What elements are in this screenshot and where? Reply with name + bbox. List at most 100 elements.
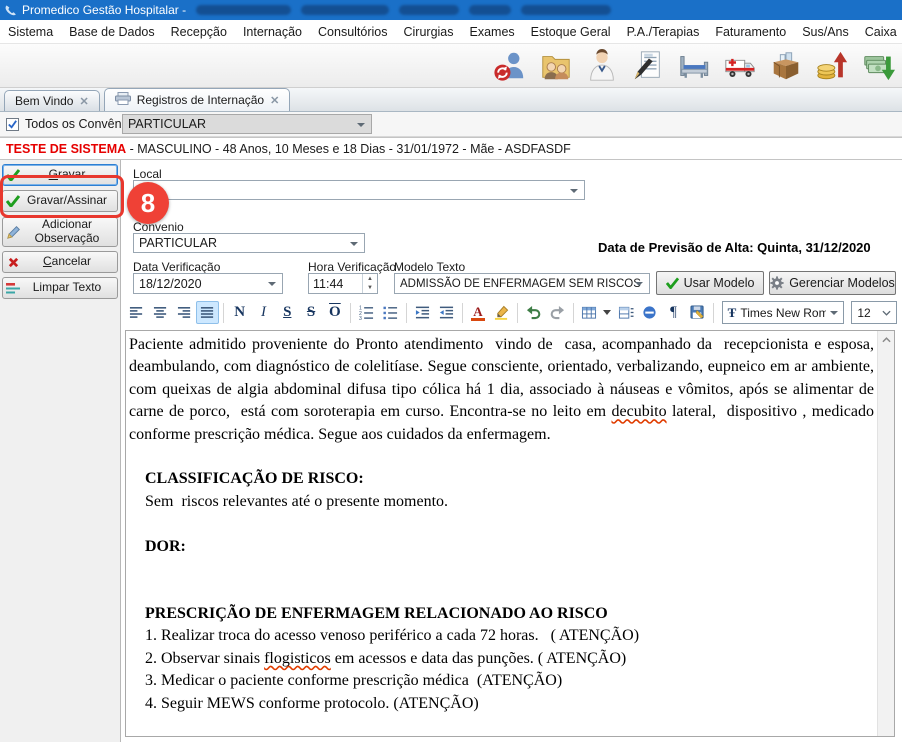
clear-text-icon — [3, 282, 23, 295]
cash-decrease-icon[interactable] — [859, 47, 896, 84]
align-justify-icon[interactable] — [196, 301, 219, 324]
cancelar-button[interactable]: Cancelar — [2, 251, 118, 273]
gravar-assinar-button[interactable]: Gravar/Assinar — [2, 190, 118, 212]
menu-item-consult-rios[interactable]: Consultórios — [310, 25, 395, 39]
align-left-icon[interactable] — [125, 301, 148, 324]
editor-scrollbar[interactable] — [877, 331, 894, 736]
chevron-down-icon — [570, 189, 578, 193]
doctor-icon[interactable] — [583, 47, 620, 84]
button-label: Gravar — [23, 168, 117, 182]
overline-icon[interactable]: O — [323, 301, 346, 324]
menu-item-p-a-terapias[interactable]: P.A./Terapias — [619, 25, 708, 39]
indent-increase-icon[interactable] — [411, 301, 434, 324]
all-convenios-checkbox[interactable] — [6, 118, 19, 131]
indent-decrease-icon[interactable] — [435, 301, 458, 324]
gerenciar-modelos-label: Gerenciar Modelos — [789, 276, 895, 290]
convenio-value: PARTICULAR — [139, 236, 217, 250]
filter-row: Todos os Convênios PARTICULAR — [0, 112, 902, 137]
tab-registros-de-interna-o[interactable]: Registros de Internação✕ — [104, 88, 291, 111]
font-family-dropdown[interactable]: ŦTimes New Rom: — [722, 301, 845, 324]
bold-icon[interactable]: N — [228, 301, 251, 324]
cancel-icon — [3, 257, 23, 268]
button-label: Gravar/Assinar — [23, 194, 117, 208]
convenio-filter-value: PARTICULAR — [128, 117, 206, 131]
ambulance-icon[interactable] — [721, 47, 758, 84]
data-verificacao-dropdown[interactable]: 18/12/2020 — [133, 273, 283, 294]
chevron-down-icon — [357, 123, 365, 127]
caret-down-icon[interactable] — [602, 301, 614, 324]
hora-verificacao-label: Hora Verificação — [308, 260, 396, 274]
all-convenios-label: Todos os Convênios — [25, 117, 138, 131]
modelo-texto-value: ADMISSÃO DE ENFERMAGEM SEM RISCOS — [400, 278, 641, 290]
underline-icon[interactable]: S — [276, 301, 299, 324]
menu-item-sistema[interactable]: Sistema — [0, 25, 61, 39]
menu-item-base-de-dados[interactable]: Base de Dados — [61, 25, 162, 39]
chevron-down-icon — [882, 310, 891, 316]
user-sync-icon[interactable] — [491, 47, 528, 84]
font-color-icon[interactable]: A — [467, 301, 490, 324]
font-size-dropdown[interactable]: 12 — [851, 301, 897, 324]
menu-item-sus-ans[interactable]: Sus/Ans — [794, 25, 857, 39]
menu-item-cirurgias[interactable]: Cirurgias — [396, 25, 462, 39]
spinner-arrows[interactable]: ▲▼ — [362, 274, 377, 293]
gerenciar-modelos-button[interactable]: Gerenciar Modelos — [769, 271, 896, 295]
hospital-bed-icon[interactable] — [675, 47, 712, 84]
prescription-icon[interactable] — [629, 47, 666, 84]
toolbar-separator — [713, 303, 714, 323]
align-right-icon[interactable] — [173, 301, 196, 324]
menu-item-exames[interactable]: Exames — [462, 25, 523, 39]
billing-increase-icon[interactable] — [813, 47, 850, 84]
table-properties-icon[interactable] — [614, 301, 637, 324]
limpar-texto-button[interactable]: Limpar Texto — [2, 277, 118, 299]
page-break-icon[interactable] — [638, 301, 661, 324]
ordered-list-icon[interactable]: 123 — [355, 301, 378, 324]
note-text-editor[interactable]: Paciente admitido proveniente do Pronto … — [125, 330, 895, 737]
hora-verificacao-spinner[interactable]: 11:44 ▲▼ — [308, 273, 378, 294]
menu-item-estoque-geral[interactable]: Estoque Geral — [523, 25, 619, 39]
toolbar-separator — [462, 303, 463, 323]
convenio-dropdown[interactable]: PARTICULAR — [133, 233, 365, 253]
menu-item-interna-o[interactable]: Internação — [235, 25, 310, 39]
action-sidebar: Gravar Gravar/Assinar Adicionar Observação… — [0, 160, 121, 742]
gear-icon — [770, 276, 784, 290]
local-label: Local — [133, 167, 162, 181]
italic-icon[interactable]: I — [252, 301, 275, 324]
pilcrow-icon[interactable]: ¶ — [662, 301, 685, 324]
modelo-texto-dropdown[interactable]: ADMISSÃO DE ENFERMAGEM SEM RISCOS — [394, 273, 650, 294]
spinner-down-icon[interactable]: ▼ — [363, 284, 377, 294]
save-icon[interactable] — [686, 301, 709, 324]
window-title: Promedico Gestão Hospitalar - — [22, 3, 186, 17]
menu-item-recep-o[interactable]: Recepção — [163, 25, 235, 39]
tab-bem-vindo[interactable]: Bem Vindo✕ — [4, 90, 100, 111]
insert-table-icon[interactable] — [578, 301, 601, 324]
patients-folder-icon[interactable] — [537, 47, 574, 84]
patient-name: TESTE DE SISTEMA — [6, 142, 126, 156]
menu-item-caixa[interactable]: Caixa — [857, 25, 902, 39]
chevron-down-icon — [635, 282, 643, 286]
printer-icon — [115, 92, 131, 108]
gravar-button[interactable]: Gravar — [2, 164, 118, 186]
unordered-list-icon[interactable] — [379, 301, 402, 324]
strikethrough-icon[interactable]: S — [300, 301, 323, 324]
stock-icon[interactable] — [767, 47, 804, 84]
pencil-icon — [3, 225, 23, 240]
toolbar-separator — [573, 303, 574, 323]
redo-icon[interactable] — [546, 301, 569, 324]
menu-item-faturamento[interactable]: Faturamento — [707, 25, 794, 39]
title-bar: Promedico Gestão Hospitalar - — [0, 0, 902, 20]
convenio-filter-dropdown[interactable]: PARTICULAR — [122, 114, 372, 134]
scroll-up-icon[interactable] — [878, 331, 894, 348]
adicionar-observa-o-button[interactable]: Adicionar Observação — [2, 217, 118, 247]
spinner-up-icon[interactable]: ▲ — [363, 274, 377, 284]
highlight-icon[interactable] — [490, 301, 513, 324]
toolbar-separator — [517, 303, 518, 323]
undo-icon[interactable] — [522, 301, 545, 324]
editor-paragraph: 4. Seguir MEWS conforme protocolo. (ATEN… — [129, 693, 874, 715]
close-icon[interactable]: ✕ — [270, 94, 279, 107]
close-icon[interactable]: ✕ — [79, 95, 88, 108]
check-icon — [666, 277, 679, 289]
usar-modelo-button[interactable]: Usar Modelo — [656, 271, 764, 295]
local-dropdown[interactable] — [133, 180, 585, 200]
toolbar-separator — [350, 303, 351, 323]
align-center-icon[interactable] — [149, 301, 172, 324]
